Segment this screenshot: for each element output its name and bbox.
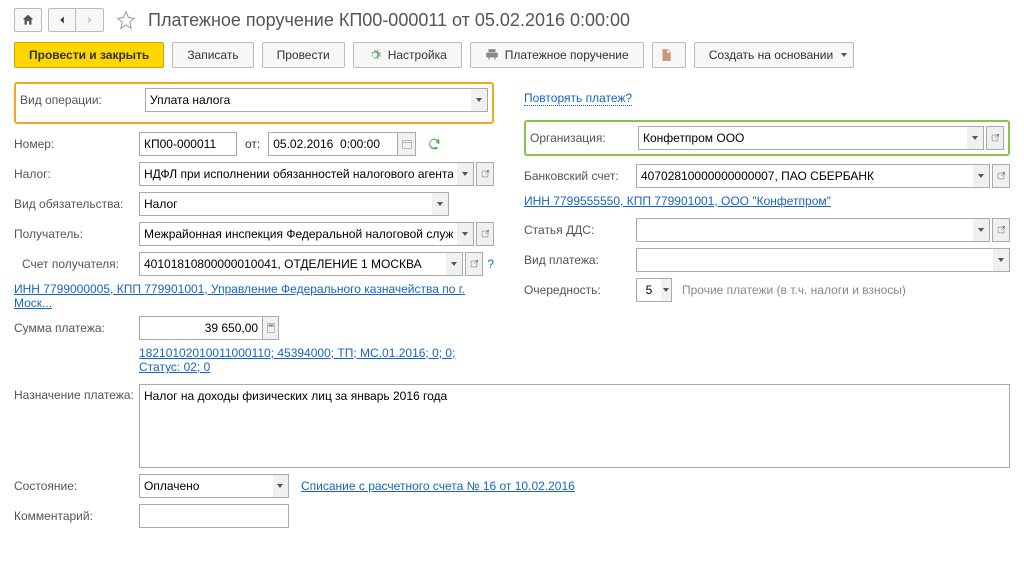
dds-label: Статья ДДС: xyxy=(524,223,636,237)
calculator-icon xyxy=(265,322,277,334)
bank-open[interactable] xyxy=(992,164,1010,188)
tax-open[interactable] xyxy=(476,162,494,186)
order-desc: Прочие платежи (в т.ч. налоги и взносы) xyxy=(682,283,906,297)
rec-account-open[interactable] xyxy=(465,252,483,276)
kbk-link[interactable]: 18210102010011000110; 45394000; ТП; МС.0… xyxy=(139,346,494,374)
calc-button[interactable] xyxy=(263,316,279,340)
obl-dropdown[interactable] xyxy=(432,192,449,216)
calendar-icon xyxy=(401,138,413,150)
page-title: Платежное поручение КП00-000011 от 05.02… xyxy=(148,10,630,31)
ptype-input[interactable] xyxy=(636,248,993,272)
arrow-left-icon xyxy=(55,13,69,27)
order-dropdown[interactable] xyxy=(661,278,672,302)
order-label: Очередность: xyxy=(524,283,636,297)
from-label: от: xyxy=(245,137,260,151)
ptype-dropdown[interactable] xyxy=(993,248,1010,272)
sum-input[interactable] xyxy=(139,316,263,340)
open-icon xyxy=(480,169,490,179)
rec-account-input[interactable] xyxy=(139,252,446,276)
status-link[interactable]: Списание с расчетного счета № 16 от 10.0… xyxy=(301,479,575,493)
comment-input[interactable] xyxy=(139,504,289,528)
bank-label: Банковский счет: xyxy=(524,169,636,183)
org-input[interactable] xyxy=(638,126,967,150)
home-button[interactable] xyxy=(14,8,42,32)
purpose-label: Назначение платежа: xyxy=(14,384,139,468)
bank-input[interactable] xyxy=(636,164,973,188)
bank-dropdown[interactable] xyxy=(973,164,990,188)
open-icon xyxy=(990,133,1000,143)
run-button[interactable]: Провести xyxy=(262,42,345,68)
ptype-label: Вид платежа: xyxy=(524,253,636,267)
save-button[interactable]: Записать xyxy=(172,42,253,68)
tax-dropdown[interactable] xyxy=(457,162,474,186)
dds-dropdown[interactable] xyxy=(973,218,990,242)
org-open[interactable] xyxy=(986,126,1004,150)
order-input[interactable] xyxy=(636,278,661,302)
open-icon xyxy=(480,229,490,239)
recipient-label: Получатель: xyxy=(14,227,139,241)
settings-button[interactable]: Настройка xyxy=(353,42,462,68)
org-label: Организация: xyxy=(530,131,638,145)
open-icon xyxy=(996,225,1006,235)
recipient-open[interactable] xyxy=(476,222,494,246)
op-type-input[interactable] xyxy=(145,88,471,112)
document-icon xyxy=(659,48,673,62)
obl-input[interactable] xyxy=(139,192,432,216)
op-type-dropdown[interactable] xyxy=(471,88,488,112)
printer-icon xyxy=(485,48,499,62)
repeat-payment-link[interactable]: Повторять платеж? xyxy=(524,91,632,106)
org-dropdown[interactable] xyxy=(967,126,984,150)
sum-label: Сумма платежа: xyxy=(14,321,139,335)
star-icon[interactable] xyxy=(116,10,136,30)
forward-button[interactable] xyxy=(76,8,104,32)
run-and-close-button[interactable]: Провести и закрыть xyxy=(14,42,164,68)
back-button[interactable] xyxy=(48,8,76,32)
recipient-details-link[interactable]: ИНН 7799000005, КПП 779901001, Управлени… xyxy=(14,282,494,310)
recipient-dropdown[interactable] xyxy=(457,222,474,246)
op-type-label: Вид операции: xyxy=(20,93,145,107)
obl-label: Вид обязательства: xyxy=(14,197,139,211)
gear-icon xyxy=(368,48,382,62)
dds-open[interactable] xyxy=(992,218,1010,242)
date-input[interactable] xyxy=(268,132,398,156)
number-input[interactable] xyxy=(139,132,237,156)
rec-account-dropdown[interactable] xyxy=(446,252,463,276)
status-label: Состояние: xyxy=(14,479,139,493)
recipient-input[interactable] xyxy=(139,222,457,246)
refresh-icon[interactable] xyxy=(426,136,442,152)
attach-button[interactable] xyxy=(652,42,686,68)
payment-order-button[interactable]: Платежное поручение xyxy=(470,42,644,68)
create-based-button[interactable]: Создать на основании xyxy=(694,42,855,68)
tax-label: Налог: xyxy=(14,167,139,181)
home-icon xyxy=(21,13,35,27)
status-input[interactable] xyxy=(139,474,273,498)
open-icon xyxy=(469,259,479,269)
purpose-textarea[interactable] xyxy=(139,384,1010,468)
status-dropdown[interactable] xyxy=(273,474,289,498)
arrow-right-icon xyxy=(83,13,97,27)
tax-input[interactable] xyxy=(139,162,457,186)
calendar-button[interactable] xyxy=(398,132,416,156)
number-label: Номер: xyxy=(14,137,139,151)
open-icon xyxy=(996,171,1006,181)
rec-account-label: Счет получателя: xyxy=(14,257,139,271)
comment-label: Комментарий: xyxy=(14,509,139,523)
org-details-link[interactable]: ИНН 7799555550, КПП 779901001, ООО "Конф… xyxy=(524,194,831,208)
dds-input[interactable] xyxy=(636,218,973,242)
help-icon[interactable]: ? xyxy=(487,257,494,271)
